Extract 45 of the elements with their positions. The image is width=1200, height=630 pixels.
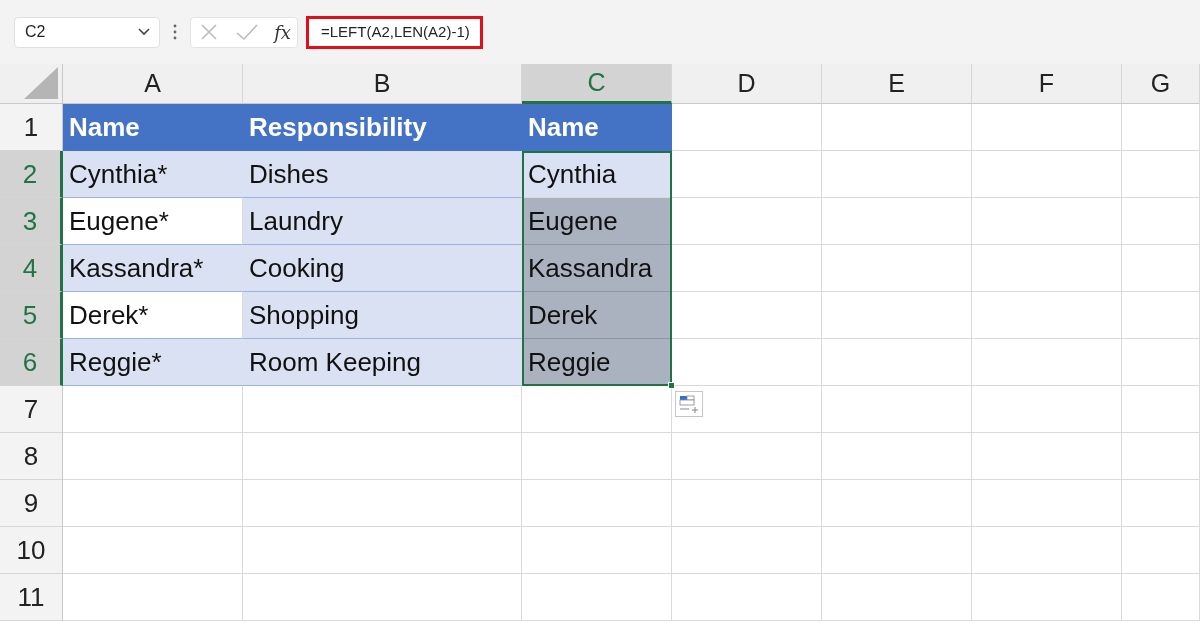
- table-cell: Reggie*: [63, 339, 243, 386]
- chevron-down-icon[interactable]: [137, 27, 151, 37]
- column-header[interactable]: B: [243, 64, 522, 104]
- row-header[interactable]: 8: [0, 433, 63, 480]
- table-cell: Room Keeping: [243, 339, 522, 386]
- row-header[interactable]: 5: [0, 292, 63, 339]
- check-icon[interactable]: [234, 22, 259, 42]
- row-header[interactable]: 10: [0, 527, 63, 574]
- quick-analysis-icon[interactable]: [675, 391, 703, 417]
- column-header[interactable]: C: [522, 64, 672, 104]
- table-cell: Reggie: [522, 339, 672, 386]
- row-header[interactable]: 3: [0, 198, 63, 245]
- row-header[interactable]: 11: [0, 574, 63, 621]
- header-cell: Name: [63, 104, 243, 151]
- column-header[interactable]: G: [1122, 64, 1200, 104]
- row-header[interactable]: 2: [0, 151, 63, 198]
- column-header[interactable]: D: [672, 64, 822, 104]
- header-cell: Name: [522, 104, 672, 151]
- fill-handle[interactable]: [668, 382, 675, 389]
- formula-field[interactable]: =LEFT(A2,LEN(A2)-1): [306, 15, 483, 49]
- table-cell: Dishes: [243, 151, 522, 198]
- grip-icon[interactable]: [172, 23, 178, 41]
- table-cell: Cooking: [243, 245, 522, 292]
- corner-triangle-icon: [24, 67, 58, 99]
- row-header[interactable]: 7: [0, 386, 63, 433]
- table-cell: Eugene*: [63, 198, 243, 245]
- row-header[interactable]: 9: [0, 480, 63, 527]
- header-cell: Responsibility: [243, 104, 522, 151]
- table-cell: Derek*: [63, 292, 243, 339]
- name-box[interactable]: C2: [14, 16, 160, 48]
- insert-function-button[interactable]: fx: [274, 18, 291, 46]
- column-header[interactable]: A: [63, 64, 243, 104]
- column-header[interactable]: F: [972, 64, 1122, 104]
- table-cell: Derek: [522, 292, 672, 339]
- table-cell: Shopping: [243, 292, 522, 339]
- table-cell: Kassandra: [522, 245, 672, 292]
- table-cell: Cynthia*: [63, 151, 243, 198]
- table-cell: Laundry: [243, 198, 522, 245]
- column-header[interactable]: E: [822, 64, 972, 104]
- table-cell: Cynthia: [522, 151, 672, 198]
- row-header[interactable]: 6: [0, 339, 63, 386]
- table-cell: Eugene: [522, 198, 672, 245]
- table-cell: Kassandra*: [63, 245, 243, 292]
- row-header[interactable]: 1: [0, 104, 63, 151]
- row-header[interactable]: 4: [0, 245, 63, 292]
